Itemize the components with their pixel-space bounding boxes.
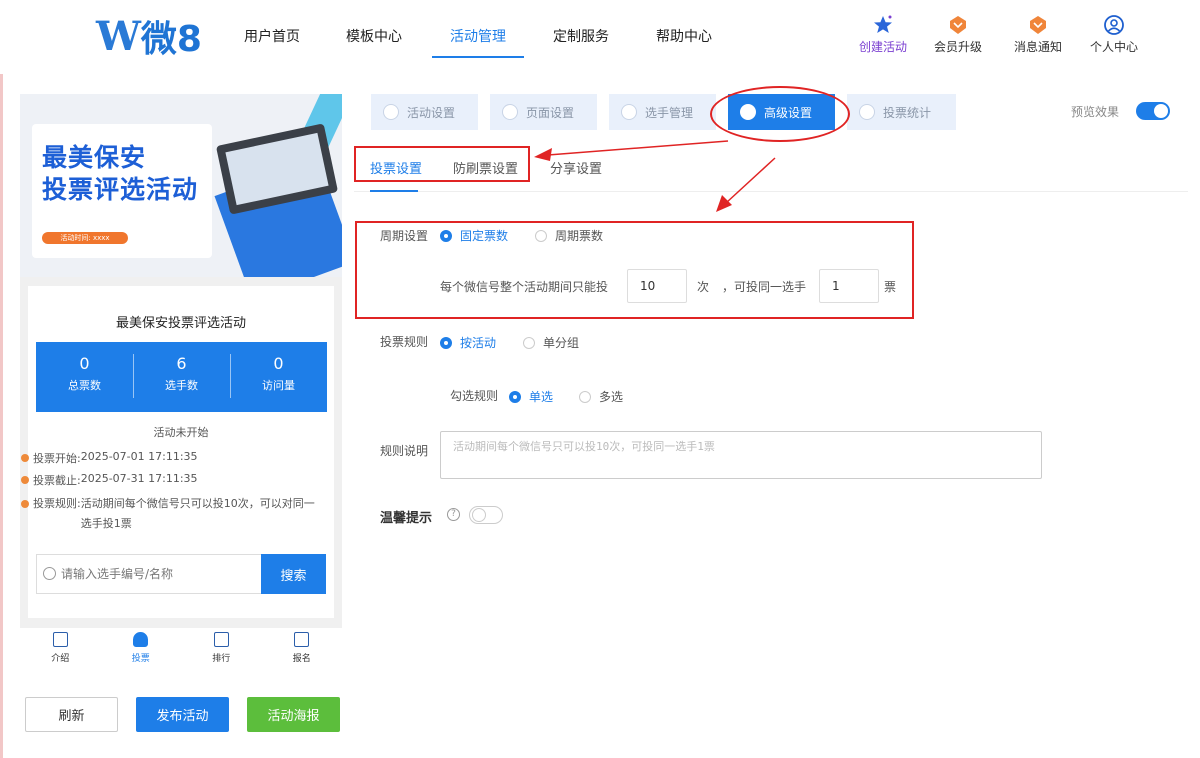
annotation-arrows [534,140,776,212]
